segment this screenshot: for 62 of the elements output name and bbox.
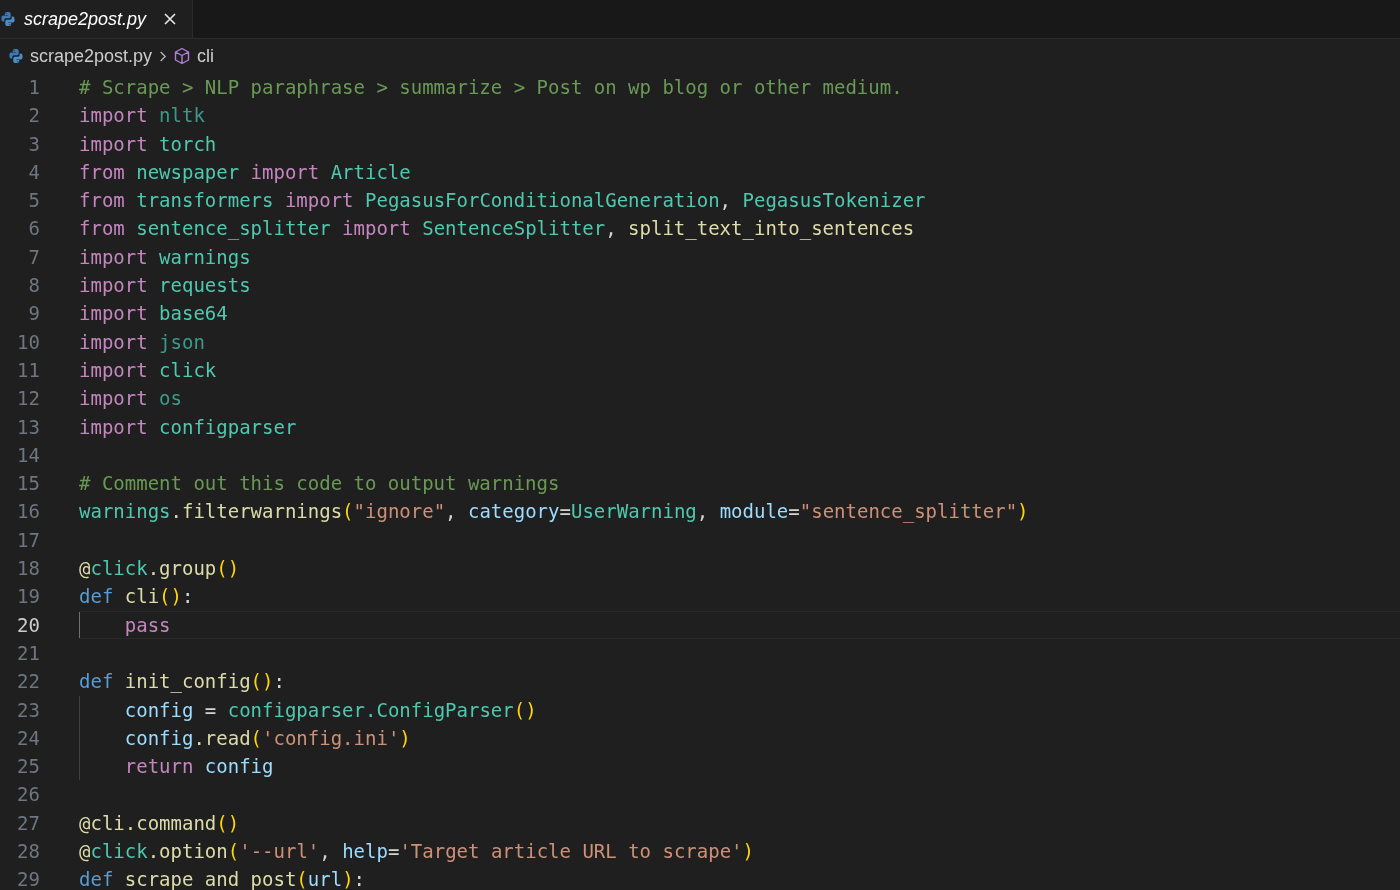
code-line: @click.group(): [79, 556, 240, 582]
code-line: def cli():: [79, 584, 194, 610]
code-line: # Scrape > NLP paraphrase > summarize > Post on wp blog or other medium.: [79, 75, 903, 100]
line-number: 13: [16, 414, 40, 440]
code-line: import warnings: [79, 244, 251, 270]
code-line: import nltk: [79, 103, 205, 129]
python-file-icon: [8, 48, 24, 64]
line-number: 7: [27, 244, 40, 270]
python-file-icon: [0, 11, 16, 27]
code-line: import requests: [79, 273, 251, 299]
code-line: import click: [79, 357, 217, 383]
line-number: 17: [16, 527, 40, 553]
line-number: 12: [16, 386, 40, 412]
line-number: 19: [16, 584, 40, 610]
code-line: def init_config():: [79, 669, 285, 695]
line-number: 10: [16, 329, 40, 355]
line-number: 8: [27, 273, 40, 299]
code-line: # Comment out this code to output warnings: [79, 471, 560, 497]
line-number: 11: [16, 357, 40, 383]
line-number: 28: [16, 839, 40, 864]
breadcrumb-item[interactable]: cli: [197, 45, 215, 67]
line-number: 2: [27, 103, 40, 129]
code-line: import configparser: [79, 414, 297, 440]
code-line: import torch: [79, 131, 217, 157]
line-number: 4: [27, 159, 40, 185]
code-line: from sentence_splitter import SentenceSplitter, split_text_into_sentences: [79, 216, 915, 242]
close-icon[interactable]: [162, 11, 179, 27]
line-number: 29: [16, 867, 40, 890]
line-number: 5: [27, 188, 40, 214]
code-line: from newspaper import Article: [79, 159, 411, 185]
line-number: 9: [27, 301, 40, 327]
line-number: 20: [16, 612, 40, 638]
line-number: 27: [16, 810, 40, 836]
code-line: config.read('config.ini'): [124, 725, 411, 751]
editor-tab[interactable]: scrape2post.py: [0, 0, 194, 38]
line-number: 16: [16, 499, 40, 525]
line-number: 14: [16, 442, 40, 468]
line-number: 23: [16, 697, 40, 723]
cube-icon: [173, 47, 192, 65]
code-line: import os: [79, 386, 182, 412]
code-line: import base64: [79, 301, 228, 327]
code-line: pass: [124, 612, 171, 638]
line-number: 18: [16, 556, 40, 582]
code-line: import json: [79, 329, 205, 355]
line-number: 26: [16, 782, 40, 808]
line-number: 1: [27, 75, 40, 100]
line-number: 21: [16, 640, 40, 666]
line-number: 6: [27, 216, 40, 242]
line-number: 24: [16, 725, 40, 751]
code-line: @click.option('--url', help='Target article URL to scrape'): [79, 839, 754, 864]
line-number: 25: [16, 754, 40, 780]
line-number: 3: [27, 131, 40, 157]
line-number: 22: [16, 669, 40, 695]
chevron-right-icon: [158, 49, 168, 63]
code-line: return config: [124, 754, 274, 780]
breadcrumb-item[interactable]: scrape2post.py: [30, 45, 153, 67]
line-number: 15: [16, 471, 40, 497]
code-line: warnings.filterwarnings("ignore", category=UserWarning, module="sentence_splitter"): [79, 499, 1029, 525]
code-line: config = configparser.ConfigParser(): [124, 697, 537, 723]
code-line: def scrape_and_post(url):: [79, 867, 366, 890]
code-line: from transformers import PegasusForConditionalGeneration, PegasusTokenizer: [79, 188, 926, 214]
code-line: @cli.command(): [79, 810, 240, 836]
